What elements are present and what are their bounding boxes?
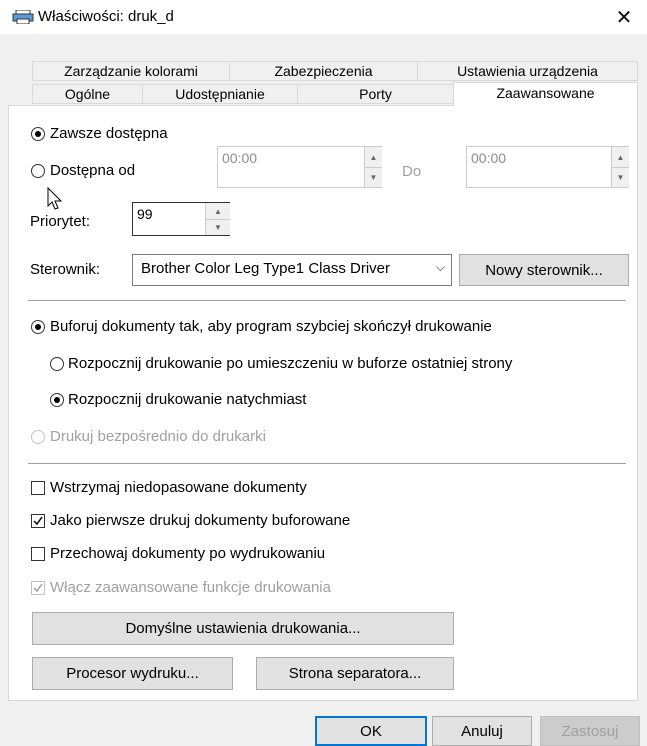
tab-label: Porty — [359, 86, 392, 102]
driver-select[interactable]: Brother Color Leg Type1 Class Driver ⌵ — [132, 254, 452, 286]
to-time-field[interactable]: 00:00 — [466, 146, 629, 188]
to-time-spinner[interactable]: ▲ ▼ — [611, 147, 629, 187]
spin-down-icon[interactable]: ▼ — [612, 167, 629, 187]
cancel-button[interactable]: Anuluj — [432, 716, 532, 746]
spin-down-icon[interactable]: ▼ — [365, 167, 382, 187]
tab-label: Ogólne — [64, 86, 111, 102]
tab-general[interactable]: Ogólne — [32, 84, 143, 104]
keep-printed-checkbox[interactable] — [31, 547, 45, 561]
priority-spinner[interactable]: ▲ ▼ — [205, 203, 230, 235]
separator-page-label: Strona separatora... — [288, 665, 422, 682]
tab-ports[interactable]: Porty — [297, 84, 454, 104]
printing-defaults-button[interactable]: Domyślne ustawienia drukowania... — [32, 612, 454, 645]
ok-button[interactable]: OK — [315, 716, 427, 746]
spin-down-icon[interactable]: ▼ — [206, 219, 230, 235]
to-label: Do — [402, 163, 422, 180]
tab-label: Ustawienia urządzenia — [457, 63, 598, 79]
separator — [28, 300, 626, 301]
tab-security[interactable]: Zabezpieczenia — [229, 61, 418, 81]
checkmark-icon — [33, 516, 43, 526]
always-available-radio[interactable] — [31, 127, 45, 141]
ok-label: OK — [360, 722, 382, 740]
tab-label: Udostępnianie — [175, 86, 265, 102]
advanced-features-checkbox[interactable] — [31, 581, 45, 595]
print-direct-radio[interactable] — [31, 430, 45, 444]
tab-device-settings[interactable]: Ustawienia urządzenia — [417, 61, 638, 81]
always-available-label: Zawsze dostępna — [50, 125, 168, 142]
start-after-last-page-radio[interactable] — [50, 357, 64, 371]
cancel-label: Anuluj — [461, 722, 503, 740]
from-time-spinner[interactable]: ▲ ▼ — [364, 147, 382, 187]
print-processor-label: Procesor wydruku... — [66, 665, 199, 682]
start-after-last-page-label: Rozpocznij drukowanie po umieszczeniu w … — [68, 355, 513, 372]
tab-label: Zaawansowane — [496, 85, 595, 101]
tab-color-management[interactable]: Zarządzanie kolorami — [32, 61, 230, 81]
apply-label: Zastosuj — [561, 722, 619, 740]
new-driver-button[interactable]: Nowy sterownik... — [459, 254, 629, 286]
advanced-features-label: Włącz zaawansowane funkcje drukowania — [50, 579, 331, 596]
from-time-field[interactable]: 00:00 — [217, 146, 382, 188]
close-icon: ✕ — [615, 6, 633, 29]
printing-defaults-label: Domyślne ustawienia drukowania... — [125, 620, 361, 637]
separator — [28, 463, 626, 464]
tab-sharing[interactable]: Udostępnianie — [142, 84, 298, 104]
mouse-cursor-icon — [47, 187, 63, 210]
keep-printed-label: Przechowaj dokumenty po wydrukowaniu — [50, 545, 326, 562]
spooled-first-checkbox[interactable] — [31, 514, 45, 528]
chevron-down-icon: ⌵ — [435, 260, 445, 274]
available-from-radio[interactable] — [31, 164, 45, 178]
print-direct-label: Drukuj bezpośrednio do drukarki — [50, 428, 266, 445]
hold-mismatched-label: Wstrzymaj niedopasowane dokumenty — [50, 479, 307, 496]
spooled-first-label: Jako pierwsze drukuj dokumenty buforowan… — [50, 512, 351, 529]
from-time-value: 00:00 — [222, 150, 258, 166]
tab-advanced[interactable]: Zaawansowane — [453, 82, 638, 106]
hold-mismatched-checkbox[interactable] — [31, 481, 45, 495]
title-bar: Właściwości: druk_d ✕ — [0, 0, 647, 34]
print-processor-button[interactable]: Procesor wydruku... — [32, 657, 233, 690]
start-immediately-radio[interactable] — [50, 393, 64, 407]
spin-up-icon[interactable]: ▲ — [365, 147, 382, 168]
apply-button[interactable]: Zastosuj — [540, 716, 640, 746]
to-time-value: 00:00 — [471, 150, 507, 166]
printer-icon — [12, 10, 34, 24]
window-title: Właściwości: druk_d — [38, 8, 174, 25]
tab-label: Zarządzanie kolorami — [64, 63, 198, 79]
priority-label: Priorytet: — [30, 213, 91, 230]
spool-label: Buforuj dokumenty tak, aby program szybc… — [50, 318, 492, 335]
start-immediately-label: Rozpocznij drukowanie natychmiast — [68, 391, 307, 408]
tab-label: Zabezpieczenia — [274, 63, 373, 79]
driver-label: Sterownik: — [30, 261, 101, 278]
spool-radio[interactable] — [31, 320, 45, 334]
available-from-label: Dostępna od — [50, 162, 136, 179]
driver-value: Brother Color Leg Type1 Class Driver — [141, 260, 390, 277]
priority-value: 99 — [137, 206, 153, 222]
new-driver-label: Nowy sterownik... — [485, 261, 603, 279]
spin-up-icon[interactable]: ▲ — [612, 147, 629, 168]
spin-up-icon[interactable]: ▲ — [206, 203, 230, 220]
checkmark-icon — [33, 583, 43, 593]
close-button[interactable]: ✕ — [601, 0, 647, 34]
separator-page-button[interactable]: Strona separatora... — [256, 657, 454, 690]
